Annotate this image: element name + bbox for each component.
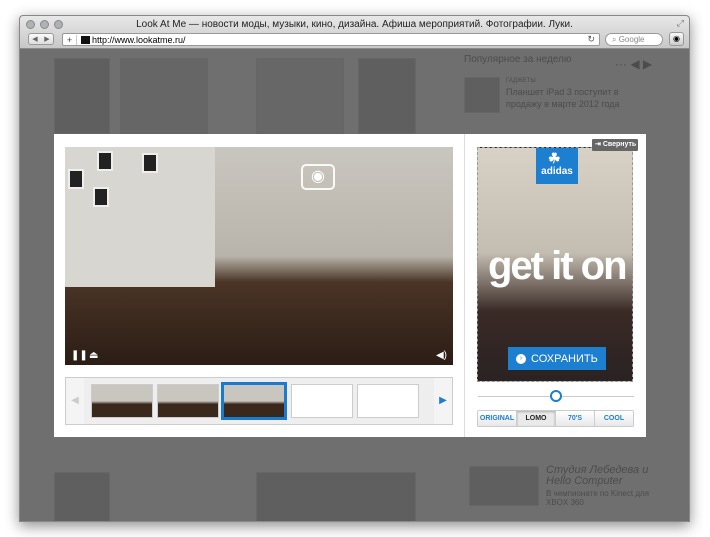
filter-original[interactable]: ORIGINAL bbox=[478, 411, 517, 426]
filter-70s[interactable]: 70'S bbox=[556, 411, 595, 426]
collapse-label: Свернуть bbox=[602, 141, 637, 148]
adidas-logo: ☘ adidas bbox=[536, 148, 578, 184]
bookmarks-button[interactable]: ◉ bbox=[669, 32, 684, 46]
save-button[interactable]: › СОХРАНИТЬ bbox=[508, 347, 606, 370]
thumbnail-empty[interactable] bbox=[357, 384, 419, 418]
bg-image bbox=[54, 58, 110, 134]
filter-slider-handle[interactable] bbox=[550, 390, 562, 402]
filter-cool[interactable]: COOL bbox=[595, 411, 633, 426]
wall-frame bbox=[142, 153, 158, 173]
back-forward-buttons[interactable]: ◀ ▶ bbox=[28, 33, 54, 45]
news-title[interactable]: Планшет iPad 3 поступит в продажу в март… bbox=[506, 86, 646, 110]
popular-heading: Популярное за неделю bbox=[464, 54, 572, 65]
eject-icon[interactable]: ⏏ bbox=[89, 350, 98, 361]
trefoil-icon: ☘ bbox=[548, 150, 561, 166]
favicon bbox=[81, 35, 90, 44]
reload-icon[interactable]: ↻ bbox=[587, 34, 595, 45]
bg-image bbox=[256, 472, 416, 521]
fullscreen-icon[interactable]: ⤢ bbox=[677, 18, 684, 29]
divider bbox=[464, 134, 465, 437]
save-label: СОХРАНИТЬ bbox=[531, 352, 598, 365]
bg-image bbox=[358, 58, 416, 134]
brand-name: adidas bbox=[541, 166, 573, 177]
search-placeholder: Google bbox=[618, 35, 645, 44]
ad-slogan: get it on bbox=[488, 244, 628, 288]
add-bookmark-icon[interactable]: + bbox=[63, 34, 77, 45]
title-bar: Look At Me — новости моды, музыки, кино,… bbox=[20, 16, 689, 49]
filter-lomo[interactable]: LOMO bbox=[517, 411, 556, 426]
address-bar[interactable]: + http://www.lookatme.ru/ ↻ bbox=[62, 33, 600, 46]
browser-window: Look At Me — новости моды, музыки, кино,… bbox=[19, 15, 690, 522]
ad-photo: ☘ adidas get it on › СОХРАНИТЬ bbox=[477, 147, 633, 382]
thumbnail-empty[interactable] bbox=[291, 384, 353, 418]
bg-image bbox=[256, 58, 344, 134]
news-thumb bbox=[464, 77, 500, 113]
camera-icon[interactable]: ◉ bbox=[301, 164, 335, 190]
wall-frame bbox=[68, 169, 84, 189]
pause-icon[interactable]: ❚❚ bbox=[71, 350, 88, 361]
window-title: Look At Me — новости моды, музыки, кино,… bbox=[136, 19, 573, 30]
volume-icon[interactable]: ◀) bbox=[436, 350, 447, 361]
bg-image bbox=[54, 472, 110, 521]
promo-image bbox=[469, 466, 539, 506]
promo-title[interactable]: Студия Лебедева и Hello Computer bbox=[546, 465, 656, 487]
forward-icon[interactable]: ▶ bbox=[44, 35, 49, 43]
strip-next-arrow[interactable]: ▶ bbox=[434, 378, 452, 424]
news-category: ГАДЖЕТЫ bbox=[506, 78, 536, 84]
back-icon[interactable]: ◀ bbox=[32, 35, 37, 43]
thumbnail[interactable] bbox=[91, 384, 153, 418]
wall-frame bbox=[97, 151, 113, 171]
promo-text: В чемпионате по Kinect для XBOX 360 bbox=[546, 489, 649, 507]
url-text[interactable]: http://www.lookatme.ru/ bbox=[92, 35, 186, 45]
main-photo[interactable]: ◉ ❚❚ ⏏ ◀) bbox=[65, 147, 453, 365]
collapse-button[interactable]: ⇥ Свернуть bbox=[592, 139, 638, 151]
thumbnail-selected[interactable] bbox=[221, 382, 287, 420]
wall-frame bbox=[93, 187, 109, 207]
chevron-right-icon: › bbox=[516, 353, 526, 364]
carousel-arrows[interactable]: ··· ◀ ▶ bbox=[615, 57, 652, 71]
strip-prev-arrow[interactable]: ◀ bbox=[66, 378, 84, 424]
bg-image bbox=[120, 58, 208, 134]
search-input[interactable]: ⌕ Google bbox=[605, 33, 663, 46]
filter-tabs: ORIGINAL LOMO 70'S COOL bbox=[477, 410, 634, 427]
thumbnail[interactable] bbox=[157, 384, 219, 418]
thumbnail-strip: ◀ ▶ bbox=[65, 377, 453, 425]
photo-lightbox: ◉ ❚❚ ⏏ ◀) ◀ ▶ ☘ adidas get it on › СОХРАНИ… bbox=[54, 134, 646, 437]
